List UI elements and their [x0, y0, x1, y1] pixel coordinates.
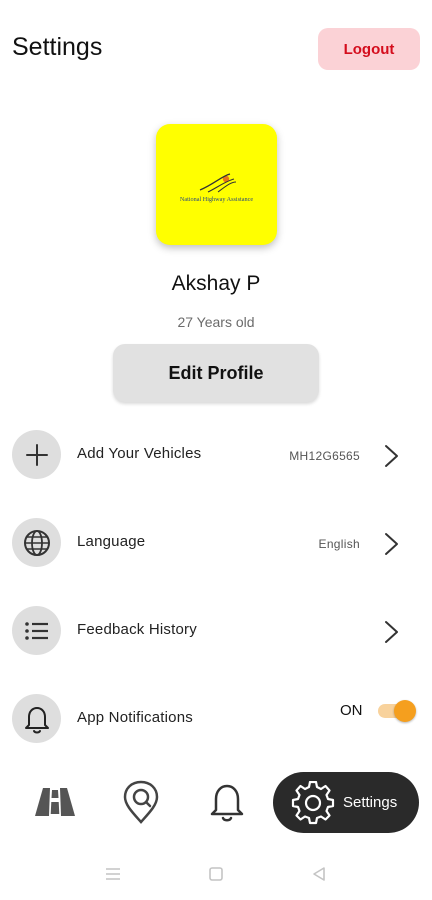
system-back-button[interactable] — [307, 862, 331, 886]
nav-location[interactable] — [111, 772, 171, 832]
system-menu-button[interactable] — [101, 862, 125, 886]
vehicle-number: MH12G6565 — [289, 449, 360, 463]
system-home-button[interactable] — [204, 862, 228, 886]
settings-row-vehicles[interactable]: Add Your Vehicles MH12G6565 — [0, 420, 432, 490]
edit-profile-button[interactable]: Edit Profile — [113, 344, 319, 402]
bell-icon — [12, 694, 61, 743]
settings-row-notifications: App Notifications — [0, 684, 432, 754]
settings-row-label: App Notifications — [77, 709, 193, 726]
page-title: Settings — [12, 33, 103, 61]
chevron-right-icon — [385, 621, 398, 643]
settings-row-label: Language — [77, 533, 146, 550]
back-triangle-icon — [313, 867, 325, 881]
avatar[interactable]: National Highway Assistance — [156, 124, 277, 245]
gear-icon — [291, 780, 335, 824]
logo-text: National Highway Assistance — [180, 196, 253, 203]
location-pin-icon — [123, 780, 159, 824]
language-value: English — [318, 537, 360, 551]
logo-icon: National Highway Assistance — [180, 173, 253, 203]
settings-row-label: Add Your Vehicles — [77, 445, 202, 462]
menu-icon — [106, 868, 120, 880]
bell-icon — [210, 784, 244, 822]
nav-settings-label: Settings — [343, 794, 398, 811]
notifications-toggle[interactable] — [378, 700, 416, 722]
settings-row-language[interactable]: Language English — [0, 508, 432, 578]
square-icon — [209, 867, 223, 881]
profile-age: 27 Years old — [177, 314, 255, 330]
notifications-state-label: ON — [340, 702, 363, 719]
profile-name: Akshay P — [171, 272, 261, 295]
nav-road[interactable] — [25, 772, 85, 832]
settings-row-feedback[interactable]: Feedback History — [0, 596, 432, 666]
settings-row-label: Feedback History — [77, 621, 197, 638]
toggle-thumb — [394, 700, 416, 722]
plus-icon — [12, 430, 61, 479]
list-icon — [12, 606, 61, 655]
nav-notifications[interactable] — [197, 772, 257, 832]
nav-settings[interactable]: Settings — [273, 772, 419, 833]
chevron-right-icon — [385, 533, 398, 555]
globe-icon — [12, 518, 61, 567]
road-icon — [35, 788, 75, 816]
chevron-right-icon — [385, 445, 398, 467]
logout-button[interactable]: Logout — [318, 28, 420, 70]
